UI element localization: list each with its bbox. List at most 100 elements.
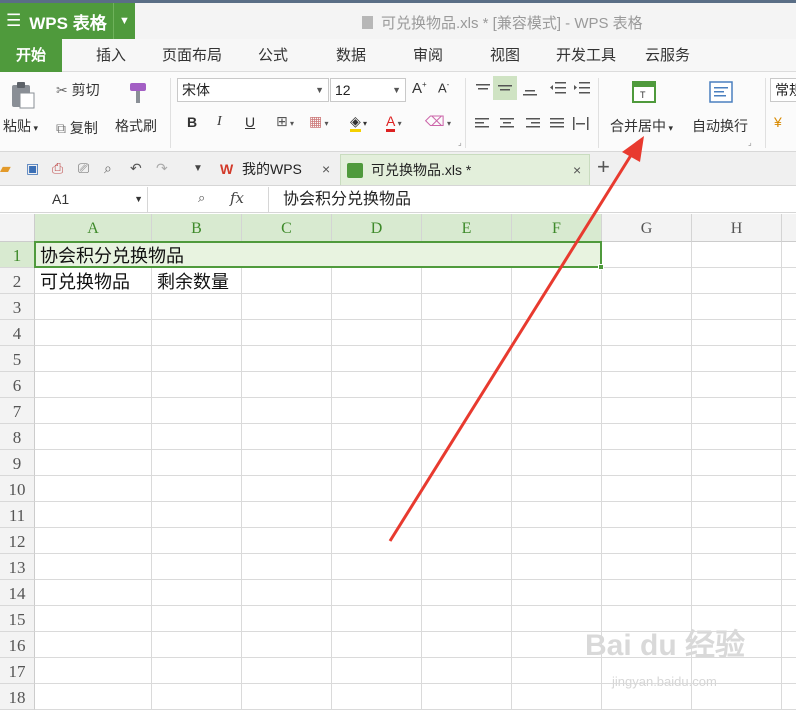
row-header-16[interactable]: 16 (0, 632, 35, 658)
column-header-e[interactable]: E (422, 214, 512, 242)
new-tab-plus-icon[interactable]: + (597, 154, 610, 180)
align-right-icon[interactable] (523, 116, 541, 132)
copy-button[interactable]: ⧉ 复制 (56, 118, 98, 138)
distributed-icon[interactable] (572, 116, 590, 132)
align-left-icon[interactable] (474, 116, 492, 132)
tab-formulas[interactable]: 公式 (258, 39, 288, 72)
font-name-select[interactable]: 宋体 ▼ (177, 78, 329, 102)
open-folder-icon[interactable]: ▰ (0, 160, 11, 177)
format-painter-button[interactable]: 格式刷 (115, 116, 157, 136)
cell-a1[interactable]: 协会积分兑换物品 (35, 242, 184, 268)
app-menu-button[interactable]: ☰ WPS 表格 ▼ (0, 3, 135, 39)
row-header-13[interactable]: 13 (0, 554, 35, 580)
row-header-4[interactable]: 4 (0, 320, 35, 346)
zoom-search-icon[interactable]: ⌕ (198, 190, 205, 206)
undo-icon[interactable]: ↶ (130, 160, 142, 177)
row-header-8[interactable]: 8 (0, 424, 35, 450)
tab-developer[interactable]: 开发工具 (556, 39, 616, 72)
row-header-12[interactable]: 12 (0, 528, 35, 554)
italic-icon[interactable]: I (217, 114, 222, 130)
column-header-g[interactable]: G (602, 214, 692, 242)
row-header-3[interactable]: 3 (0, 294, 35, 320)
border-icon[interactable]: ⊞ ▾ (276, 113, 294, 130)
redo-icon[interactable]: ↷ (156, 160, 168, 177)
align-middle-icon[interactable] (493, 76, 517, 100)
bold-icon[interactable]: B (187, 114, 197, 130)
merge-center-icon[interactable]: T (632, 80, 656, 106)
name-box[interactable]: A1 ▼ (0, 187, 148, 212)
row-header-2[interactable]: 2 (0, 268, 35, 294)
row-gridline (35, 293, 796, 294)
print-preview-icon[interactable]: ⌕ (104, 160, 112, 177)
copy-icon: ⧉ (56, 120, 66, 136)
row-header-10[interactable]: 10 (0, 476, 35, 502)
tab-insert[interactable]: 插入 (96, 39, 126, 72)
chevron-down-icon[interactable]: ▼ (113, 3, 135, 39)
row-header-9[interactable]: 9 (0, 450, 35, 476)
paste-button[interactable]: 粘贴 ▾ (3, 116, 38, 136)
column-header-c[interactable]: C (242, 214, 332, 242)
tab-home[interactable]: 开始 (0, 39, 62, 72)
wrap-text-icon[interactable] (709, 80, 733, 106)
tab-review[interactable]: 审阅 (413, 39, 443, 72)
tab-cloud-service[interactable]: 云服务 (645, 39, 690, 72)
insert-function-icon[interactable]: fx (230, 189, 244, 207)
row-header-17[interactable]: 17 (0, 658, 35, 684)
column-header-b[interactable]: B (152, 214, 242, 242)
column-header-f[interactable]: F (512, 214, 602, 242)
format-painter-icon[interactable] (124, 80, 152, 106)
formula-input[interactable]: 协会积分兑换物品 (268, 187, 796, 212)
close-icon[interactable]: × (573, 155, 581, 186)
select-all-corner[interactable] (0, 214, 35, 242)
row-header-1[interactable]: 1 (0, 242, 35, 268)
increase-font-icon[interactable]: A+ (412, 80, 427, 97)
row-header-18[interactable]: 18 (0, 684, 35, 710)
print-icon[interactable]: ⎚ (78, 160, 89, 177)
column-header-h[interactable]: H (692, 214, 782, 242)
row-header-15[interactable]: 15 (0, 606, 35, 632)
cell-b2[interactable]: 剩余数量 (152, 268, 229, 294)
align-top-icon[interactable] (474, 82, 492, 98)
column-header-i[interactable] (782, 214, 796, 242)
merge-center-button[interactable]: 合并居中 ▾ (610, 116, 673, 136)
fill-handle[interactable] (598, 264, 604, 270)
justify-icon[interactable] (548, 116, 566, 132)
row-header-6[interactable]: 6 (0, 372, 35, 398)
chevron-down-icon: ▼ (392, 85, 401, 95)
tab-my-wps[interactable]: W 我的WPS × (212, 154, 338, 185)
customize-quick-access-icon[interactable]: ▼ (193, 163, 203, 174)
number-format-select[interactable]: 常规 (770, 78, 796, 102)
tab-document[interactable]: 可兑换物品.xls * × (340, 154, 590, 185)
dialog-launcher-icon[interactable]: ⌟ (748, 138, 752, 147)
cell-a2[interactable]: 可兑换物品 (35, 268, 130, 294)
tab-view[interactable]: 视图 (490, 39, 520, 72)
clear-format-icon[interactable]: ⌫ ▾ (425, 113, 451, 130)
row-header-7[interactable]: 7 (0, 398, 35, 424)
save-icon[interactable]: ▣ (26, 160, 39, 177)
align-center-icon[interactable] (498, 116, 516, 132)
column-header-d[interactable]: D (332, 214, 422, 242)
close-icon[interactable]: × (322, 154, 330, 185)
currency-icon[interactable]: ¥ (774, 114, 782, 130)
export-pdf-icon[interactable]: ⎙ (52, 160, 63, 177)
fill-color-icon[interactable]: ◈ ▾ (350, 113, 367, 132)
indent-increase-icon[interactable] (573, 80, 591, 96)
tab-page-layout[interactable]: 页面布局 (162, 39, 222, 72)
indent-decrease-icon[interactable] (549, 80, 567, 96)
tab-data[interactable]: 数据 (336, 39, 366, 72)
font-size-select[interactable]: 12 ▼ (330, 78, 406, 102)
row-header-11[interactable]: 11 (0, 502, 35, 528)
align-bottom-icon[interactable] (521, 82, 539, 98)
wrap-text-button[interactable]: 自动换行 (692, 116, 748, 136)
row-header-5[interactable]: 5 (0, 346, 35, 372)
underline-icon[interactable]: U (245, 114, 255, 130)
ribbon: 粘贴 ▾ ✂ 剪切 ⧉ 复制 格式刷 宋体 ▼ 12 ▼ A+ A- B I U ⊞… (0, 72, 796, 152)
cut-button[interactable]: ✂ 剪切 (56, 80, 100, 100)
paste-icon[interactable] (8, 80, 36, 110)
font-color-icon[interactable]: A ▾ (386, 113, 402, 132)
row-header-14[interactable]: 14 (0, 580, 35, 606)
decrease-font-icon[interactable]: A- (438, 80, 449, 95)
column-header-a[interactable]: A (35, 214, 152, 242)
cell-style-icon[interactable]: ▦ ▾ (309, 113, 328, 130)
dialog-launcher-icon[interactable]: ⌟ (458, 138, 462, 147)
